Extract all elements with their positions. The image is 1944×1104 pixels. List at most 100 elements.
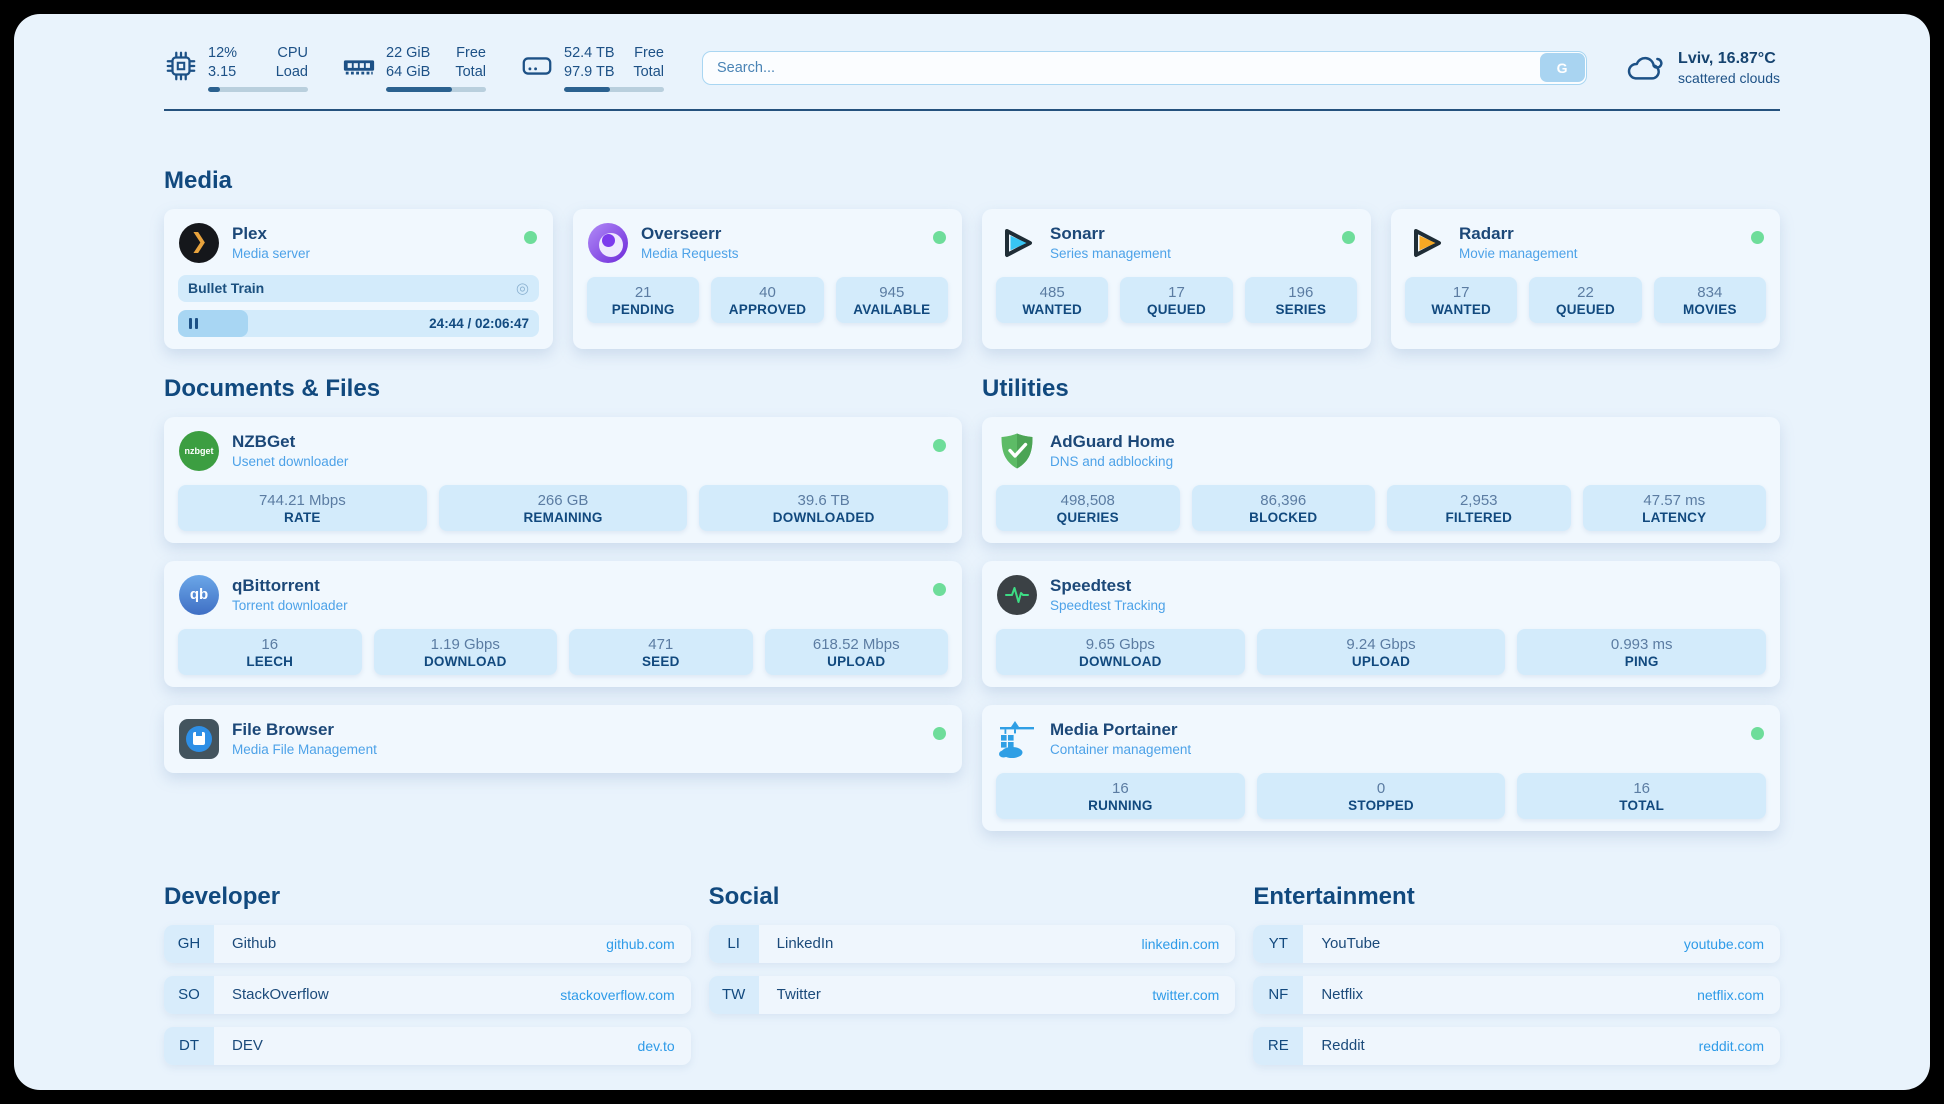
link-row-dev[interactable]: DT DEV dev.to	[164, 1027, 691, 1065]
search-bar: G	[702, 51, 1587, 85]
ram-total: 64 GiB	[386, 64, 430, 80]
section-title-media: Media	[164, 167, 1780, 195]
stat-box: 744.21 MbpsRATE	[178, 485, 427, 531]
link-url: youtube.com	[1684, 936, 1764, 952]
ram-progressbar	[386, 87, 486, 92]
two-column-area: Documents & Files nzbget NZBGet Usenet d…	[164, 375, 1780, 831]
app-desc: Usenet downloader	[232, 454, 348, 469]
stat-box: 16RUNNING	[996, 773, 1245, 819]
stat-box: 471SEED	[569, 629, 753, 675]
stat-box: 9.24 GbpsUPLOAD	[1257, 629, 1506, 675]
link-url: github.com	[606, 936, 674, 952]
app-card-plex[interactable]: ❯ Plex Media server Bullet Train ◎ 24:44…	[164, 209, 553, 349]
ram-label-bottom: Total	[455, 64, 486, 80]
pause-icon	[189, 318, 192, 329]
plex-icon: ❯	[179, 223, 219, 263]
link-name: Reddit	[1321, 1037, 1698, 1054]
link-badge: TW	[709, 976, 759, 1014]
speedtest-icon	[997, 575, 1037, 615]
entertainment-section: Entertainment YT YouTube youtube.com NF …	[1253, 883, 1780, 1065]
app-name: NZBGet	[232, 432, 348, 452]
weather-location: Lviv, 16.87°C	[1678, 49, 1780, 70]
search-input[interactable]	[702, 51, 1587, 85]
ram-free: 22 GiB	[386, 45, 430, 61]
stat-box: 945AVAILABLE	[836, 277, 948, 323]
app-card-sonarr[interactable]: Sonarr Series management 485WANTED 17QUE…	[982, 209, 1371, 349]
link-name: Netflix	[1321, 986, 1697, 1003]
link-name: Twitter	[777, 986, 1153, 1003]
app-desc: Container management	[1050, 742, 1191, 757]
cpu-progressbar	[208, 87, 308, 92]
stat-box: 834MOVIES	[1654, 277, 1766, 323]
link-row-github[interactable]: GH Github github.com	[164, 925, 691, 963]
stat-box: 17QUEUED	[1120, 277, 1232, 323]
stat-box: 1.19 GbpsDOWNLOAD	[374, 629, 558, 675]
app-desc: Torrent downloader	[232, 598, 348, 613]
app-card-speedtest[interactable]: Speedtest Speedtest Tracking 9.65 GbpsDO…	[982, 561, 1780, 687]
stat-box: 485WANTED	[996, 277, 1108, 323]
cpu-icon	[164, 49, 198, 83]
playback-time: 24:44 / 02:06:47	[429, 310, 529, 337]
overseerr-icon	[588, 223, 628, 263]
stat-box: 39.6 TBDOWNLOADED	[699, 485, 948, 531]
qbittorrent-icon: qb	[179, 575, 219, 615]
link-row-twitter[interactable]: TW Twitter twitter.com	[709, 976, 1236, 1014]
section-title-developer: Developer	[164, 883, 691, 911]
app-card-radarr[interactable]: Radarr Movie management 17WANTED 22QUEUE…	[1391, 209, 1780, 349]
stat-box: 0STOPPED	[1257, 773, 1506, 819]
link-row-netflix[interactable]: NF Netflix netflix.com	[1253, 976, 1780, 1014]
status-online-dot	[524, 231, 537, 244]
link-url: stackoverflow.com	[560, 987, 674, 1003]
app-name: Media Portainer	[1050, 720, 1191, 740]
dashboard-panel: 12% 3.15 CPU Load 22 GiB	[14, 14, 1930, 1090]
app-desc: Movie management	[1459, 246, 1578, 261]
now-playing-row: Bullet Train ◎	[178, 275, 539, 302]
session-icon[interactable]: ◎	[516, 281, 529, 296]
weather-condition: scattered clouds	[1678, 70, 1780, 86]
app-card-portainer[interactable]: Media Portainer Container management 16R…	[982, 705, 1780, 831]
link-name: Github	[232, 935, 606, 952]
ram-stat: 22 GiB 64 GiB Free Total	[342, 44, 486, 92]
stat-box: 16LEECH	[178, 629, 362, 675]
link-row-reddit[interactable]: RE Reddit reddit.com	[1253, 1027, 1780, 1065]
link-url: twitter.com	[1152, 987, 1219, 1003]
app-name: AdGuard Home	[1050, 432, 1175, 452]
app-name: qBittorrent	[232, 576, 348, 596]
playback-progress-fill	[178, 310, 248, 337]
link-row-linkedin[interactable]: LI LinkedIn linkedin.com	[709, 925, 1236, 963]
now-playing-title: Bullet Train	[188, 280, 516, 296]
ram-icon	[342, 49, 376, 83]
cloud-icon	[1625, 51, 1667, 85]
app-name: Radarr	[1459, 224, 1578, 244]
link-row-youtube[interactable]: YT YouTube youtube.com	[1253, 925, 1780, 963]
link-badge: LI	[709, 925, 759, 963]
link-name: DEV	[232, 1037, 638, 1054]
link-badge: YT	[1253, 925, 1303, 963]
app-card-filebrowser[interactable]: File Browser Media File Management	[164, 705, 962, 773]
app-name: Overseerr	[641, 224, 739, 244]
app-card-overseerr[interactable]: Overseerr Media Requests 21PENDING 40APP…	[573, 209, 962, 349]
link-url: netflix.com	[1697, 987, 1764, 1003]
stat-box: 618.52 MbpsUPLOAD	[765, 629, 949, 675]
ram-label-top: Free	[456, 45, 486, 61]
link-badge: SO	[164, 976, 214, 1014]
stat-box: 22QUEUED	[1529, 277, 1641, 323]
status-online-dot	[1751, 231, 1764, 244]
link-badge: NF	[1253, 976, 1303, 1014]
status-online-dot	[933, 583, 946, 596]
stat-box: 40APPROVED	[711, 277, 823, 323]
app-card-adguard[interactable]: AdGuard Home DNS and adblocking 498,508Q…	[982, 417, 1780, 543]
portainer-icon	[997, 719, 1037, 759]
app-card-nzbget[interactable]: nzbget NZBGet Usenet downloader 744.21 M…	[164, 417, 962, 543]
header-divider	[164, 109, 1780, 111]
link-url: dev.to	[638, 1038, 675, 1054]
cpu-label-top: CPU	[277, 45, 308, 61]
link-row-stackoverflow[interactable]: SO StackOverflow stackoverflow.com	[164, 976, 691, 1014]
dashboard-screen: 12% 3.15 CPU Load 22 GiB	[0, 0, 1944, 1104]
google-search-button[interactable]: G	[1540, 53, 1585, 82]
disk-progressbar	[564, 87, 664, 92]
app-card-qbittorrent[interactable]: qb qBittorrent Torrent downloader 16LEEC…	[164, 561, 962, 687]
app-name: Sonarr	[1050, 224, 1171, 244]
links-row: Developer GH Github github.com SO StackO…	[164, 883, 1780, 1065]
disk-total: 97.9 TB	[564, 64, 615, 80]
